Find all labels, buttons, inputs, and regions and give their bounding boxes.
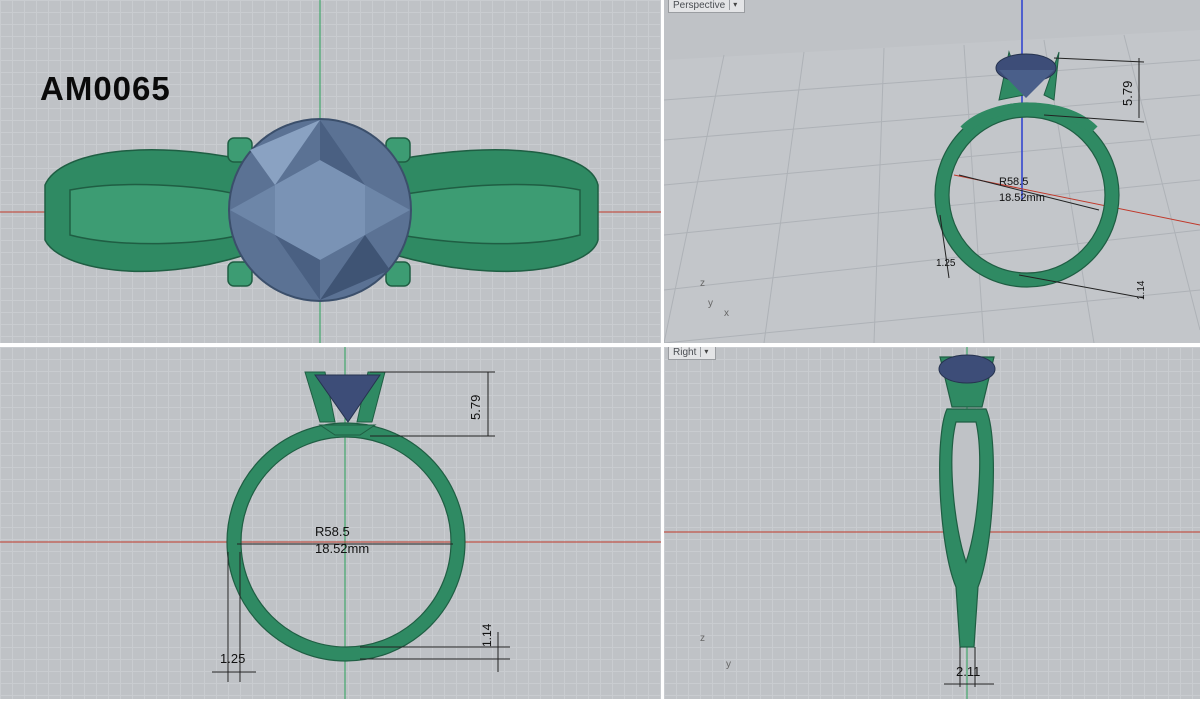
ring-side-right	[939, 356, 995, 648]
viewport-tab-label: Right	[673, 347, 697, 358]
viewport-top[interactable]: AM0065	[0, 0, 661, 343]
axis-y-label: y	[726, 659, 731, 670]
viewport-perspective[interactable]: Perspective ▾ 5.79 R58.5 18.52mm 1.25 1.1…	[664, 0, 1200, 343]
dim-prong-height-persp: 5.79	[1120, 80, 1135, 106]
chevron-down-icon[interactable]: ▾	[729, 0, 740, 10]
dim-band-width-front: 1.25	[220, 651, 246, 666]
dim-diameter-front: 18.52mm	[315, 541, 370, 556]
dim-ring-size-persp: R58.5	[999, 176, 1029, 188]
axis-x-label: x	[724, 308, 729, 319]
dim-prong-height-front: 5.79	[468, 394, 483, 420]
viewport-front[interactable]: 5.79 R58.5 18.52mm 1.25 1.14	[0, 347, 661, 699]
dim-band-width-side: 2.11	[956, 664, 981, 679]
prong-head-perspective	[995, 50, 1060, 101]
dim-thickness-front: 1.14	[480, 623, 494, 647]
viewport-tab-right[interactable]: Right ▾	[668, 347, 717, 360]
gemstone-top	[228, 118, 412, 302]
axis-z-label: z	[700, 633, 705, 644]
gemstone-right	[938, 354, 996, 384]
perspective-view-canvas	[664, 0, 1200, 343]
viewport-right[interactable]: Right ▾ 2.11 z y	[664, 347, 1200, 699]
viewport-tab-label: Perspective	[673, 0, 726, 11]
dim-ring-size-front: R58.5	[315, 524, 350, 539]
prong-head-front	[304, 371, 386, 436]
axis-z-label: z	[700, 278, 705, 289]
front-view-canvas	[0, 347, 661, 699]
model-code-label: AM0065	[40, 70, 171, 107]
right-view-canvas	[664, 347, 1200, 699]
top-view-canvas	[0, 0, 661, 343]
dim-thickness-persp: 1.14	[1136, 280, 1147, 300]
chevron-down-icon[interactable]: ▾	[700, 347, 711, 357]
dim-band-width-persp: 1.25	[936, 258, 956, 269]
viewport-tab-perspective[interactable]: Perspective ▾	[668, 0, 746, 13]
axis-y-label: y	[708, 298, 713, 309]
dim-diameter-persp: 18.52mm	[999, 192, 1045, 204]
